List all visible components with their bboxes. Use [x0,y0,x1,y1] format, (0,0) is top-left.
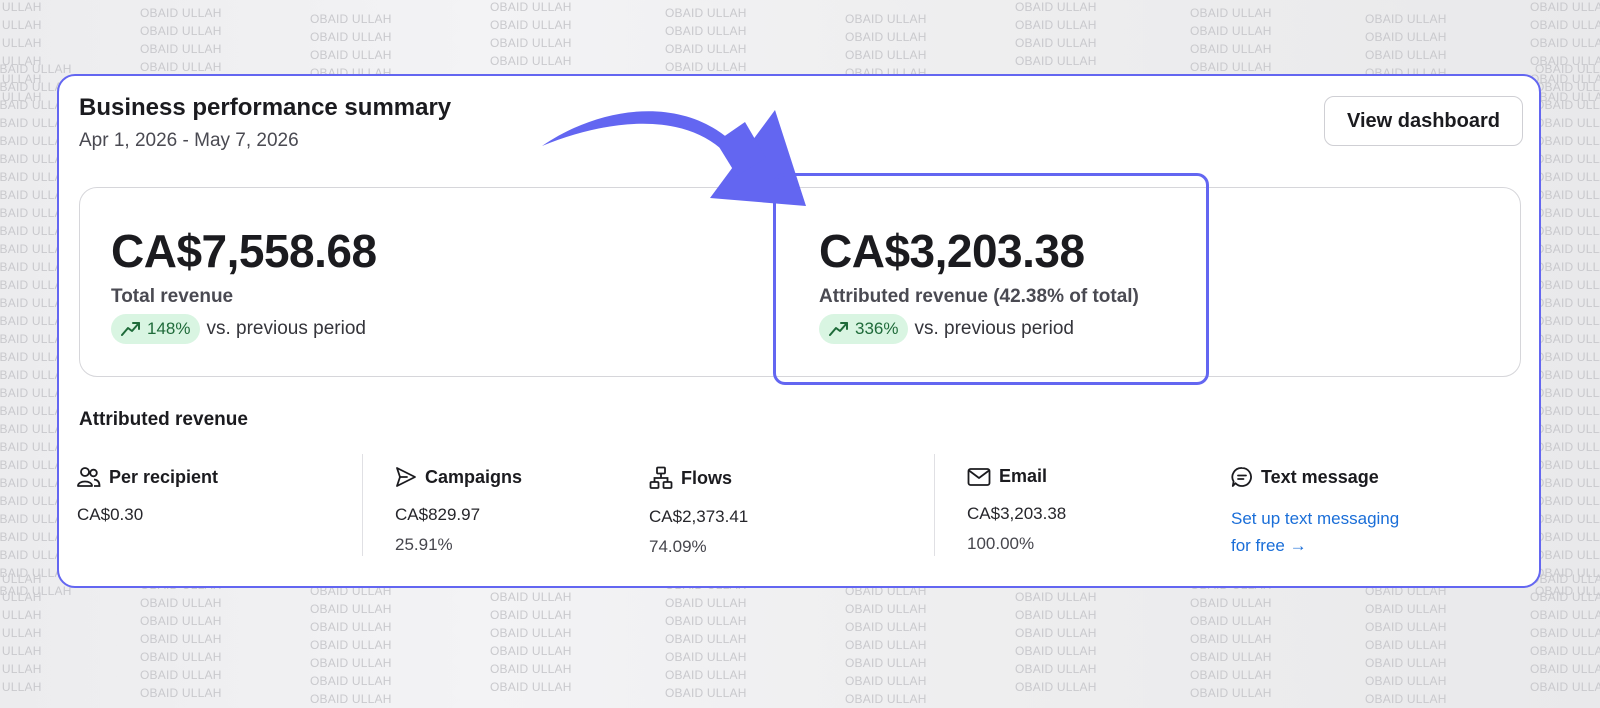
column-percent: 25.91% [395,535,453,554]
column-divider [362,454,363,556]
column-value: CA$0.30 [77,505,144,524]
watermark-text: OBAID ULLAH OBAID ULLAH OBAID ULLAH OBAI… [140,578,222,700]
per-recipient-column: Per recipient CA$0.30 [77,466,218,525]
watermark-text: OBAID ULLAH OBAID ULLAH OBAID ULLAH OBAI… [1530,572,1600,694]
column-value: CA$829.97 [395,505,481,524]
column-header: Text message [1231,466,1431,488]
column-header: Per recipient [77,466,218,488]
change-percent: 336% [855,319,899,338]
column-value: CA$2,373.41 [649,507,749,526]
comparison-text: vs. previous period [914,318,1074,339]
column-percent: 100.00% [967,534,1035,553]
people-icon [77,467,101,487]
chat-icon [1231,467,1252,487]
watermark-text: OBAID ULLAH OBAID ULLAH OBAID ULLAH OBAI… [1,0,42,104]
watermark-text: OBAID ULLAH OBAID ULLAH OBAID ULLAH OBAI… [1190,578,1272,700]
comparison-text: vs. previous period [206,318,366,339]
total-revenue-change: 148% vs. previous period [111,314,377,344]
watermark-text: OBAID ULLAH OBAID ULLAH OBAID ULLAH OBAI… [1,572,42,694]
total-revenue-amount: CA$7,558.68 [111,225,377,277]
column-value: CA$3,203.38 [967,504,1067,523]
watermark-text: OBAID ULLAH OBAID ULLAH OBAID ULLAH OBAI… [1015,572,1097,694]
column-header: Flows [649,466,748,490]
watermark-text: OBAID ULLAH OBAID ULLAH OBAID ULLAH OBAI… [665,578,747,700]
watermark-text: OBAID ULLAH OBAID ULLAH OBAID ULLAH OBAI… [1535,62,1600,598]
column-label: Email [999,466,1048,486]
attributed-revenue-label: Attributed revenue (42.38% of total) [819,286,1139,307]
trend-up-icon [829,322,848,336]
date-range: Apr 1, 2026 - May 7, 2026 [79,130,299,151]
column-header: Campaigns [395,466,522,488]
mail-icon [967,467,991,486]
column-label: Text message [1261,466,1379,487]
column-label: Campaigns [425,466,523,487]
column-label: Per recipient [109,466,219,487]
watermark-text: OBAID ULLAH OBAID ULLAH OBAID ULLAH OBAI… [490,572,572,694]
column-percent: 74.09% [649,537,707,556]
total-revenue-metric: CA$7,558.68 Total revenue 148% vs. previ… [111,224,377,344]
total-revenue-label: Total revenue [111,286,234,307]
flow-icon [649,466,673,489]
link-line-2[interactable]: for free → [1231,536,1307,555]
view-dashboard-button[interactable]: View dashboard [1323,96,1523,146]
flows-column: Flows CA$2,373.41 74.09% [649,466,748,557]
card-title: Business performance summary [79,94,452,121]
link-line-1[interactable]: Set up text messaging [1231,509,1399,528]
column-divider [934,454,935,556]
attributed-revenue-change: 336% vs. previous period [819,314,1139,344]
column-header: Email [967,466,1066,487]
attributed-revenue-amount: CA$3,203.38 [819,225,1085,277]
watermark-text: OBAID ULLAH OBAID ULLAH OBAID ULLAH OBAI… [310,584,392,706]
campaigns-column: Campaigns CA$829.97 25.91% [395,466,522,555]
performance-summary-card: Business performance summary Apr 1, 2026… [57,74,1541,588]
metrics-panel: CA$7,558.68 Total revenue 148% vs. previ… [79,187,1521,377]
change-badge: 336% [819,314,909,344]
change-percent: 148% [147,319,191,338]
change-badge: 148% [111,314,201,344]
email-column: Email CA$3,203.38 100.00% [967,466,1066,554]
trend-up-icon [121,322,140,336]
send-icon [396,467,416,487]
attributed-revenue-metric: CA$3,203.38 Attributed revenue (42.38% o… [819,224,1139,344]
attributed-revenue-section-title: Attributed revenue [79,409,248,430]
text-message-column: Text message Set up text messaging for f… [1231,466,1431,559]
setup-text-messaging-link[interactable]: Set up text messaging for free → [1231,505,1431,559]
watermark-text: OBAID ULLAH OBAID ULLAH OBAID ULLAH OBAI… [1365,584,1447,706]
column-label: Flows [681,467,733,488]
watermark-text: OBAID ULLAH OBAID ULLAH OBAID ULLAH OBAI… [845,584,927,706]
